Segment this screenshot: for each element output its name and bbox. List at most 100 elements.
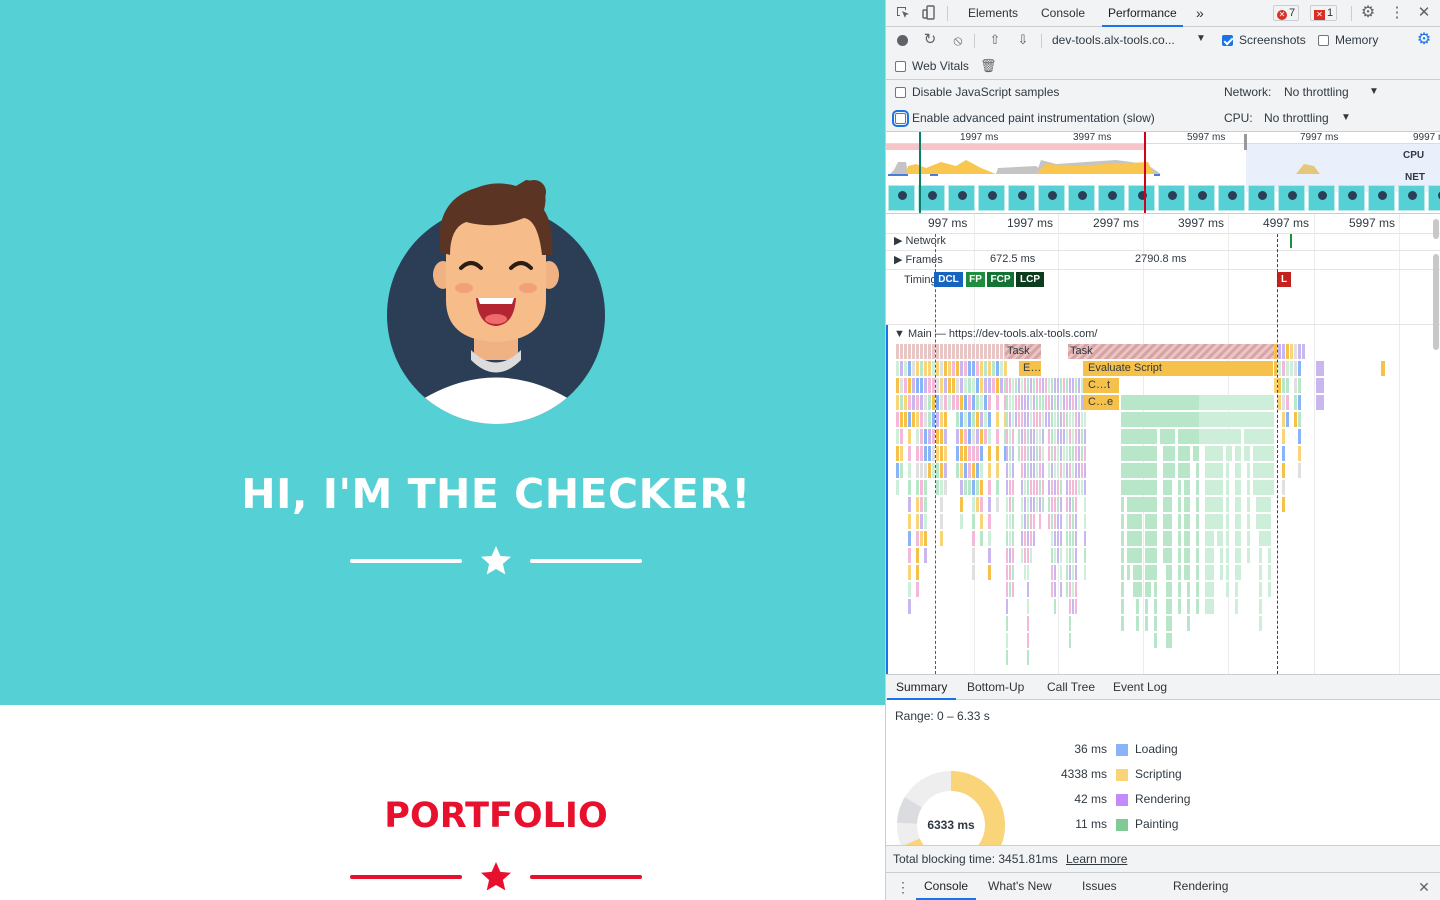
cpu-throttle-select[interactable]: No throttling xyxy=(1264,111,1329,125)
network-throttle-select[interactable]: No throttling xyxy=(1284,85,1349,99)
flame-slice xyxy=(1154,616,1157,631)
chevron-down-icon[interactable]: ▼ xyxy=(1341,112,1351,123)
advanced-paint-checkbox[interactable] xyxy=(892,110,909,127)
reload-record-icon[interactable]: ↻ xyxy=(922,32,938,48)
flame-slice xyxy=(980,395,983,410)
function-call-block[interactable]: E… xyxy=(1019,361,1041,376)
clear-icon[interactable]: ⦸ xyxy=(950,32,966,48)
errors-badge[interactable]: ✕ 7 xyxy=(1273,5,1300,21)
scrollbar-thumb[interactable] xyxy=(1433,254,1439,350)
flame-slice xyxy=(980,446,983,461)
fp-timing-marker[interactable]: FP xyxy=(966,272,985,287)
screenshots-checkbox[interactable] xyxy=(1222,35,1233,46)
flame-slice xyxy=(1006,446,1008,461)
network-track-toggle[interactable]: ▶ Network xyxy=(894,234,946,247)
web-vitals-checkbox[interactable] xyxy=(895,61,906,72)
kebab-menu-icon[interactable]: ⋮ xyxy=(1389,5,1405,21)
evaluate-script-block[interactable]: Evaluate Script xyxy=(1083,361,1273,376)
performance-toolbar-row2: Web Vitals 🗑 xyxy=(886,54,1440,80)
tab-console[interactable]: Console xyxy=(1035,0,1091,27)
timeline-overview[interactable]: 1997 ms 3997 ms 5997 ms 7997 ms 9997 ms … xyxy=(886,132,1440,214)
main-track-toggle[interactable]: ▼ Main — https://dev-tools.alx-tools.com… xyxy=(894,328,1097,340)
flame-slice xyxy=(956,446,959,461)
tab-event-log[interactable]: Event Log xyxy=(1104,675,1176,700)
flame-slice xyxy=(1060,412,1062,427)
chevron-down-icon[interactable]: ▼ xyxy=(1196,33,1206,44)
flame-slice xyxy=(1226,480,1229,495)
tab-bottom-up[interactable]: Bottom-Up xyxy=(958,675,1033,700)
fcp-timing-marker[interactable]: FCP xyxy=(987,272,1014,287)
load-timing-marker[interactable]: L xyxy=(1277,272,1291,287)
flame-slice xyxy=(1072,480,1074,495)
flame-slice xyxy=(1072,412,1074,427)
flame-slice xyxy=(944,429,947,444)
flame-slice xyxy=(1169,565,1172,580)
tab-summary[interactable]: Summary xyxy=(887,675,957,700)
filmstrip-thumbnail xyxy=(1248,185,1275,211)
flame-slice xyxy=(1042,378,1044,393)
task-block[interactable]: Task xyxy=(1005,344,1041,359)
capture-settings-gear-icon[interactable]: ⚙ xyxy=(1416,32,1432,48)
flame-slice xyxy=(912,361,915,376)
flame-slice xyxy=(980,344,983,359)
flame-slice xyxy=(1027,463,1029,478)
flame-slice xyxy=(968,395,971,410)
scrollbar-thumb[interactable] xyxy=(1433,219,1439,239)
chevron-down-icon[interactable]: ▼ xyxy=(1369,86,1379,97)
learn-more-link[interactable]: Learn more xyxy=(1066,852,1127,866)
drawer-tab-rendering[interactable]: Rendering xyxy=(1165,873,1236,900)
trash-icon[interactable]: 🗑 xyxy=(980,58,997,74)
drawer-tab-console[interactable]: Console xyxy=(916,873,977,900)
flame-slice xyxy=(1271,480,1274,495)
device-toolbar-icon[interactable] xyxy=(921,5,937,21)
upload-profile-icon[interactable]: ⇧ xyxy=(987,32,1003,48)
drawer-tab-issues[interactable]: Issues xyxy=(1074,873,1125,900)
inspect-element-icon[interactable] xyxy=(895,5,911,21)
flame-slice xyxy=(972,565,975,580)
drawer-tab-whats-new[interactable]: What's New xyxy=(980,873,1060,900)
flame-slice xyxy=(1154,633,1157,648)
flame-slice xyxy=(900,378,903,393)
flame-slice xyxy=(1048,412,1050,427)
summary-pane: Range: 0 – 6.33 s 6333 ms 36 ms Loading … xyxy=(886,700,1440,845)
record-icon[interactable] xyxy=(897,35,908,46)
close-drawer-icon[interactable]: ✕ xyxy=(1416,879,1432,895)
issues-badge[interactable]: ✕ 1 xyxy=(1310,5,1338,21)
summary-category: Loading xyxy=(1135,742,1178,756)
flame-slice xyxy=(1060,463,1062,478)
flame-slice xyxy=(1220,565,1223,580)
flame-slice xyxy=(1187,599,1190,614)
flame-slice xyxy=(976,463,979,478)
more-tabs-icon[interactable]: » xyxy=(1190,0,1210,27)
download-profile-icon[interactable]: ⇩ xyxy=(1015,32,1031,48)
recording-url-select[interactable]: dev-tools.alx-tools.co... xyxy=(1052,33,1175,47)
flame-slice xyxy=(1226,463,1229,478)
drawer-menu-icon[interactable]: ⋮ xyxy=(895,879,911,895)
flame-slice xyxy=(908,446,911,461)
task-block[interactable]: Task xyxy=(1068,344,1274,359)
memory-checkbox[interactable] xyxy=(1318,35,1329,46)
settings-gear-icon[interactable]: ⚙ xyxy=(1360,5,1376,21)
filmstrip-thumbnail xyxy=(948,185,975,211)
function-call-block[interactable]: C…t xyxy=(1083,378,1119,393)
dcl-timing-marker[interactable]: DCL xyxy=(934,272,963,287)
tab-performance[interactable]: Performance xyxy=(1102,0,1183,27)
disable-js-samples-checkbox[interactable] xyxy=(895,87,906,98)
overview-range-handle[interactable] xyxy=(1244,134,1247,150)
flame-slice xyxy=(952,344,955,359)
separator xyxy=(974,34,975,48)
close-icon[interactable]: ✕ xyxy=(1416,5,1432,21)
tab-elements[interactable]: Elements xyxy=(962,0,1024,27)
flame-slice xyxy=(1027,378,1029,393)
flame-slice xyxy=(988,548,991,563)
flame-slice xyxy=(1226,531,1229,546)
flame-slice xyxy=(1057,395,1059,410)
flame-slice xyxy=(1036,446,1038,461)
tab-call-tree[interactable]: Call Tree xyxy=(1038,675,1104,700)
flame-slice xyxy=(1015,395,1017,410)
ruler-tick: 3997 ms xyxy=(1178,216,1225,230)
flame-chart[interactable]: 997 ms 1997 ms 2997 ms 3997 ms 4997 ms 5… xyxy=(886,214,1440,674)
lcp-timing-marker[interactable]: LCP xyxy=(1016,272,1044,287)
function-call-block[interactable]: C…e xyxy=(1083,395,1119,410)
flame-slice xyxy=(1187,497,1190,512)
